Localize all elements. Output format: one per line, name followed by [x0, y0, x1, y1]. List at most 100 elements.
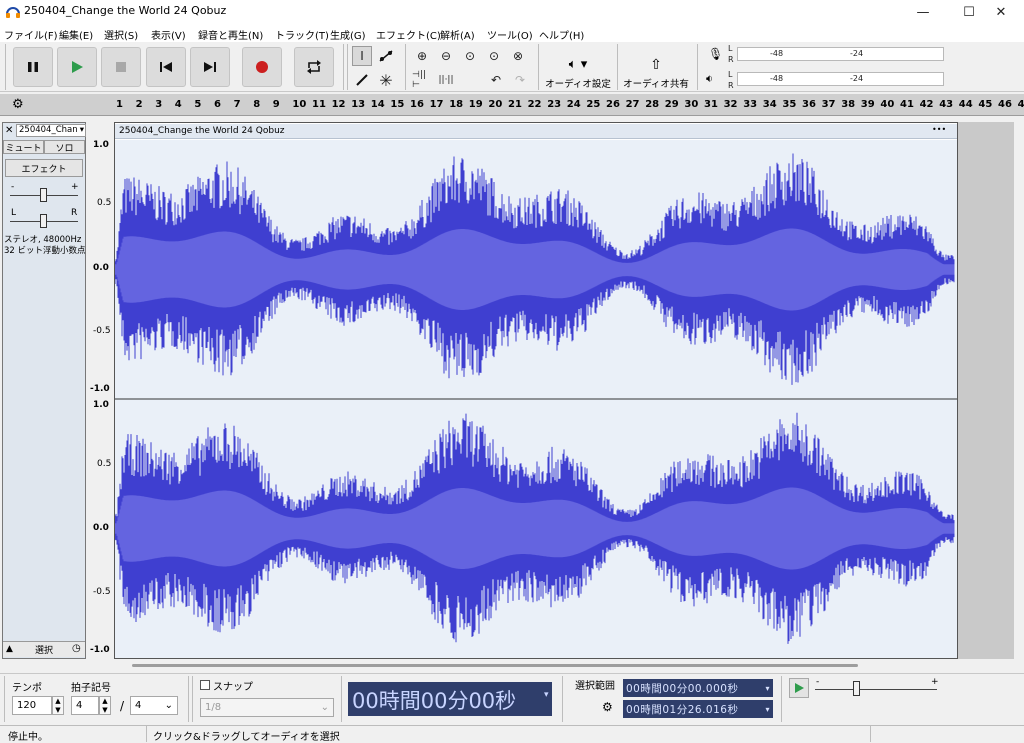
chevron-down-icon: ▾: [765, 683, 770, 693]
ruler-tick-label: 6: [214, 99, 221, 110]
redo-button[interactable]: ↷: [510, 70, 530, 90]
pencil-icon: [356, 74, 368, 86]
play-meter-tick-48: -48: [770, 74, 784, 83]
track-name-button[interactable]: 250404_Chan ▾: [16, 124, 86, 137]
playback-meter[interactable]: [737, 72, 944, 86]
zoom-toggle-icon: ⊗: [512, 49, 524, 63]
menu-analyze[interactable]: 解析(A): [440, 27, 475, 42]
play-icon: [795, 683, 804, 693]
gain-plus-label: +: [71, 182, 79, 192]
selection-tool[interactable]: I: [352, 46, 372, 66]
menu-edit[interactable]: 編集(E): [59, 27, 93, 42]
play-button[interactable]: [57, 47, 97, 87]
ruler-tick-label: 36: [802, 99, 816, 110]
time-sig-num-value: 4: [76, 700, 83, 711]
menu-select[interactable]: 選択(S): [104, 27, 138, 42]
timeline-options-gear-icon[interactable]: ⚙: [12, 97, 24, 112]
zoom-out-button[interactable]: ⊖: [436, 46, 456, 66]
effects-button[interactable]: エフェクト: [5, 159, 83, 177]
time-sig-slash: /: [120, 699, 125, 713]
ruler-tick-label: 11: [312, 99, 326, 110]
track-name-label: 250404_Chan: [19, 125, 78, 135]
ruler-tick-label: 7: [233, 99, 241, 110]
menu-file[interactable]: ファイル(F): [4, 27, 58, 42]
waveform-svg[interactable]: [115, 140, 957, 658]
tempo-input[interactable]: 120: [12, 696, 52, 715]
menu-tools[interactable]: ツール(O): [487, 27, 533, 42]
close-track-icon[interactable]: ✕: [5, 125, 13, 136]
record-button[interactable]: [242, 47, 282, 87]
ruler-tick-label: 13: [351, 99, 366, 110]
clip-title: 250404_Change the World 24 Qobuz: [119, 126, 285, 136]
clip-menu-icon[interactable]: •••: [932, 125, 946, 134]
zoom-toggle-button[interactable]: ⊗: [508, 46, 528, 66]
play-at-speed-button[interactable]: [789, 678, 809, 698]
rec-meter-tick-24: -24: [850, 49, 864, 58]
selection-start-field[interactable]: 00時間00分00.000秒 ▾: [623, 679, 773, 697]
trim-button[interactable]: ⊣||⊢: [412, 70, 432, 90]
time-sig-denominator[interactable]: 4 ⌄: [130, 696, 178, 715]
silence-button[interactable]: ||·||: [436, 70, 456, 90]
draw-tool[interactable]: [352, 70, 372, 90]
redo-icon: ↷: [514, 73, 526, 87]
stop-button[interactable]: [101, 47, 141, 87]
selection-settings-gear-icon[interactable]: ⚙: [602, 700, 613, 714]
empty-track-area[interactable]: [958, 122, 1014, 659]
chevron-down-icon: ▾: [765, 704, 770, 714]
audio-setup-button[interactable]: 🔈︎ ▾ オーディオ設定: [545, 46, 611, 90]
close-window-button[interactable]: ✕: [978, 0, 1024, 24]
snap-select[interactable]: 1/8 ⌄: [200, 698, 334, 717]
envelope-tool[interactable]: [376, 46, 396, 66]
fit-selection-button[interactable]: ⊙: [460, 46, 480, 66]
ruler-tick-label: 38: [841, 99, 856, 110]
menu-generate[interactable]: 生成(G): [330, 27, 366, 42]
ruler-tick-label: 31: [704, 99, 718, 110]
skip-to-start-button[interactable]: [146, 47, 186, 87]
menu-help[interactable]: ヘルプ(H): [539, 27, 584, 42]
time-sig-stepper[interactable]: ▲ ▼: [99, 696, 111, 715]
playback-speed-handle[interactable]: [853, 681, 860, 696]
fit-project-button[interactable]: ⊙: [484, 46, 504, 66]
microphone-icon[interactable]: 🎙︎: [708, 47, 723, 61]
ruler-tick-label: 47: [1017, 99, 1024, 110]
snap-value: 1/8: [205, 702, 222, 713]
menu-effects[interactable]: エフェクト(C): [376, 27, 441, 42]
tempo-label: テンポ: [12, 683, 42, 694]
menu-record-play[interactable]: 録音と再生(N): [198, 27, 263, 42]
pan-slider-handle[interactable]: [40, 214, 47, 228]
record-meter[interactable]: [737, 47, 944, 61]
silence-icon: ||·||: [438, 75, 454, 85]
ruler-tick-label: 42: [919, 99, 934, 110]
ruler-tick-label: 12: [331, 99, 346, 110]
horizontal-scrollbar[interactable]: [132, 664, 858, 667]
multi-tool[interactable]: ✳: [376, 70, 396, 90]
pause-button[interactable]: [13, 47, 53, 87]
menu-tracks[interactable]: トラック(T): [275, 27, 329, 42]
chevron-down-icon: ⌄: [164, 700, 173, 711]
speaker-meter-icon[interactable]: 🔉︎: [706, 72, 713, 86]
minimize-button[interactable]: —: [900, 0, 946, 24]
play-meter-l-label: L: [728, 70, 733, 79]
track-control-panel[interactable]: [2, 122, 86, 659]
collapse-track-icon[interactable]: ▲: [6, 644, 13, 654]
tempo-stepper[interactable]: ▲ ▼: [52, 696, 64, 715]
undo-button[interactable]: ↶: [486, 70, 506, 90]
gain-slider-handle[interactable]: [40, 188, 47, 202]
speaker-icon: 🔈︎ ▾: [568, 57, 588, 72]
ruler-tick-label: 25: [586, 99, 601, 110]
share-audio-button[interactable]: ⇧ オーディオ共有: [623, 46, 689, 90]
zoom-in-icon: ⊕: [416, 49, 428, 63]
ruler-tick-label: 46: [998, 99, 1012, 110]
select-track-button[interactable]: 選択: [20, 642, 68, 656]
snap-checkbox[interactable]: [200, 680, 210, 690]
skip-to-end-button[interactable]: [190, 47, 230, 87]
loop-button[interactable]: [294, 47, 334, 87]
ruler-tick-label: 32: [723, 99, 738, 110]
menu-view[interactable]: 表示(V): [151, 27, 186, 42]
zoom-in-button[interactable]: ⊕: [412, 46, 432, 66]
mute-button[interactable]: ミュート: [3, 140, 44, 154]
time-format-dropdown-icon[interactable]: ▾: [544, 690, 549, 700]
time-sig-numerator[interactable]: 4: [71, 696, 99, 715]
selection-end-field[interactable]: 00時間01分26.016秒 ▾: [623, 700, 773, 718]
solo-button[interactable]: ソロ: [44, 140, 85, 154]
